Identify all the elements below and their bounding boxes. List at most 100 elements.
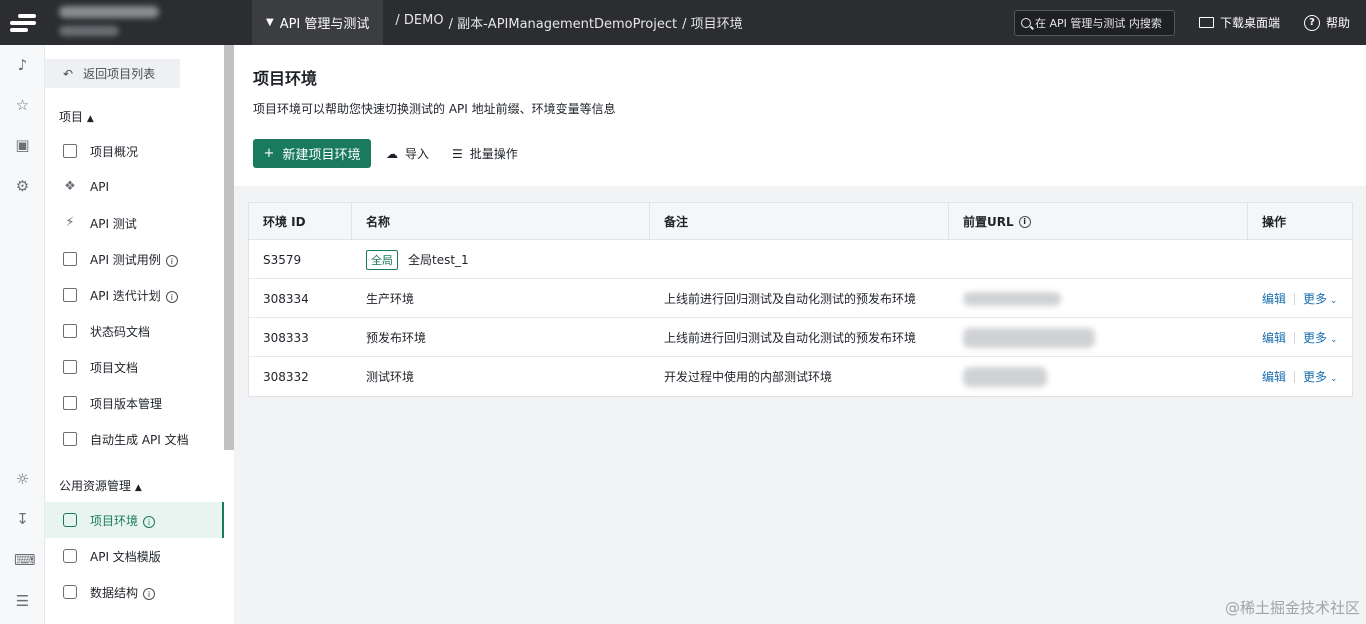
download-tray-icon[interactable]: ↧ [14,511,31,528]
plus-icon: + [263,146,275,161]
more-dropdown[interactable]: 更多 ⌄ [1303,329,1337,346]
cell-note: 上线前进行回归测试及自动化测试的预发布环境 [664,292,917,306]
logo-icon[interactable] [0,0,45,45]
sidebar-item-versions[interactable]: 项目版本管理 [45,385,224,421]
cell-name: 测试环境 [366,370,415,384]
new-environment-button[interactable]: + 新建项目环境 [253,139,371,168]
column-header-note: 备注 [650,203,949,240]
sidebar-item-overview[interactable]: 项目概况 [45,133,224,169]
file-icon [63,360,77,374]
sidebar-item-api-test[interactable]: ⚡ API 测试 [45,205,224,241]
more-dropdown[interactable]: 更多 ⌄ [1303,290,1337,307]
sidebar-item-label: 自动生成 API 文档 [90,432,189,447]
gear-icon[interactable]: ⚙ [14,178,31,195]
back-label: 返回项目列表 [83,67,156,81]
headset-icon[interactable]: ☼ [14,471,31,488]
more-dropdown[interactable]: 更多 ⌄ [1303,368,1337,385]
table-row[interactable]: 308332 测试环境 开发过程中使用的内部测试环境 编辑 更多 ⌄ [249,357,1352,396]
sidebar-item-label: 项目概况 [90,144,139,159]
info-icon[interactable]: i [165,291,178,303]
sidebar-item-auto-docs[interactable]: 自动生成 API 文档 [45,421,224,457]
sidebar-item-environments[interactable]: 项目环境 i [45,502,224,538]
page-title: 项目环境 [253,69,318,88]
download-desktop-button[interactable]: 下载桌面端 [1198,14,1280,31]
sidebar-item-label: API 迭代计划 [90,288,161,303]
calendar-icon [63,288,77,302]
cell-name: 生产环境 [366,292,415,306]
monitor-icon [1198,17,1214,28]
cell-id: 308333 [263,330,309,345]
breadcrumb-item[interactable]: / DEMO [395,13,443,32]
chevron-down-icon: ▼ [266,17,274,28]
sidebar-item-label: API 测试用例 [90,252,161,267]
cell-actions: 编辑 更多 ⌄ [1248,357,1337,396]
breadcrumb: / DEMO / 副本-APIManagementDemoProject / 项… [383,13,742,32]
chevron-down-icon: ⌄ [1327,296,1338,306]
star-icon[interactable]: ☆ [14,97,31,114]
cell-actions: 编辑 更多 ⌄ [1248,318,1337,357]
more-label: 更多 [1303,331,1328,345]
sidebar-item-label: 项目环境 [90,513,139,528]
info-icon[interactable]: i [143,516,156,528]
list-icon: ☰ [452,146,463,161]
info-icon[interactable]: i [143,588,156,600]
back-arrow-icon: ↶ [63,66,74,81]
info-icon[interactable]: i [165,255,178,267]
edit-link[interactable]: 编辑 [1262,329,1286,346]
sidebar-item-label: API 文档模版 [90,549,161,564]
clipboard-icon [63,252,77,266]
edit-link[interactable]: 编辑 [1262,290,1286,307]
column-header-url: 前置URL i [949,203,1248,240]
info-icon[interactable]: i [1018,215,1031,228]
help-label: 帮助 [1325,16,1350,30]
cube-icon [63,513,77,527]
cell-name-text: 全局test_1 [408,253,469,267]
cloud-upload-icon: ☁ [386,146,398,161]
batch-label: 批量操作 [469,147,518,161]
table-row[interactable]: 308333 预发布环境 上线前进行回归测试及自动化测试的预发布环境 编辑 更多… [249,318,1352,357]
table-row[interactable]: S3579 全局 全局test_1 [249,240,1352,279]
chevron-down-icon: ⌄ [1327,335,1338,345]
download-label: 下载桌面端 [1219,16,1280,30]
more-label: 更多 [1303,370,1328,384]
keyboard-icon[interactable]: ⌨ [14,552,36,569]
sidebar: ↶ 返回项目列表 项目 ▲ 项目概况 ❖ API ⚡ API 测试 API 测试… [45,45,234,624]
sidebar-item-test-cases[interactable]: API 测试用例 i [45,241,224,277]
doc-icon [63,324,77,338]
group-project-toggle[interactable]: 项目 ▲ [59,108,94,125]
sidebar-item-label: 数据结构 [90,585,139,600]
environment-table: 环境 ID 名称 备注 前置URL i 操作 S3579 全局 全局test_1… [248,202,1353,397]
breadcrumb-item[interactable]: / 副本-APIManagementDemoProject [449,13,678,32]
column-header-actions: 操作 [1262,215,1287,229]
cell-actions: 编辑 更多 ⌄ [1248,279,1337,318]
global-badge: 全局 [366,249,398,270]
sidebar-item-doc-templates[interactable]: API 文档模版 [45,538,224,574]
bookmark-icon[interactable]: ▣ [14,137,31,154]
table-row[interactable]: 308334 生产环境 上线前进行回归测试及自动化测试的预发布环境 编辑 更多 … [249,279,1352,318]
cell-note: 上线前进行回归测试及自动化测试的预发布环境 [664,331,917,345]
sidebar-item-project-docs[interactable]: 项目文档 [45,349,224,385]
sidebar-item-label: 状态码文档 [90,324,151,339]
tag-icon: ❖ [64,179,76,194]
cube-icon [63,585,77,599]
import-button[interactable]: ☁ 导入 [386,139,429,168]
cell-url [949,357,1047,396]
module-switcher[interactable]: ▼ API 管理与测试 [252,0,384,45]
edit-link[interactable]: 编辑 [1262,368,1286,385]
sidebar-item-iteration[interactable]: API 迭代计划 i [45,277,224,313]
cell-id: 308332 [263,369,309,384]
search-input[interactable]: 在 API 管理与测试 内搜索 [1013,9,1175,36]
tenant-switcher[interactable] [45,0,252,45]
menu-icon[interactable]: ☰ [14,593,31,610]
sidebar-item-label: API [90,180,109,194]
sidebar-scrollbar[interactable] [224,45,234,450]
group-public-toggle[interactable]: 公用资源管理 ▲ [59,477,142,494]
back-to-projects-button[interactable]: ↶ 返回项目列表 [45,59,180,88]
page-description: 项目环境可以帮助您快速切换测试的 API 地址前缀、环境变量等信息 [253,102,616,116]
bell-icon[interactable]: ♪ [14,57,31,74]
batch-operation-button[interactable]: ☰ 批量操作 [452,139,518,168]
sidebar-item-api[interactable]: ❖ API [45,169,224,205]
sidebar-item-status-codes[interactable]: 状态码文档 [45,313,224,349]
help-button[interactable]: ? 帮助 [1303,14,1350,31]
sidebar-item-data-structures[interactable]: 数据结构 i [45,574,224,610]
